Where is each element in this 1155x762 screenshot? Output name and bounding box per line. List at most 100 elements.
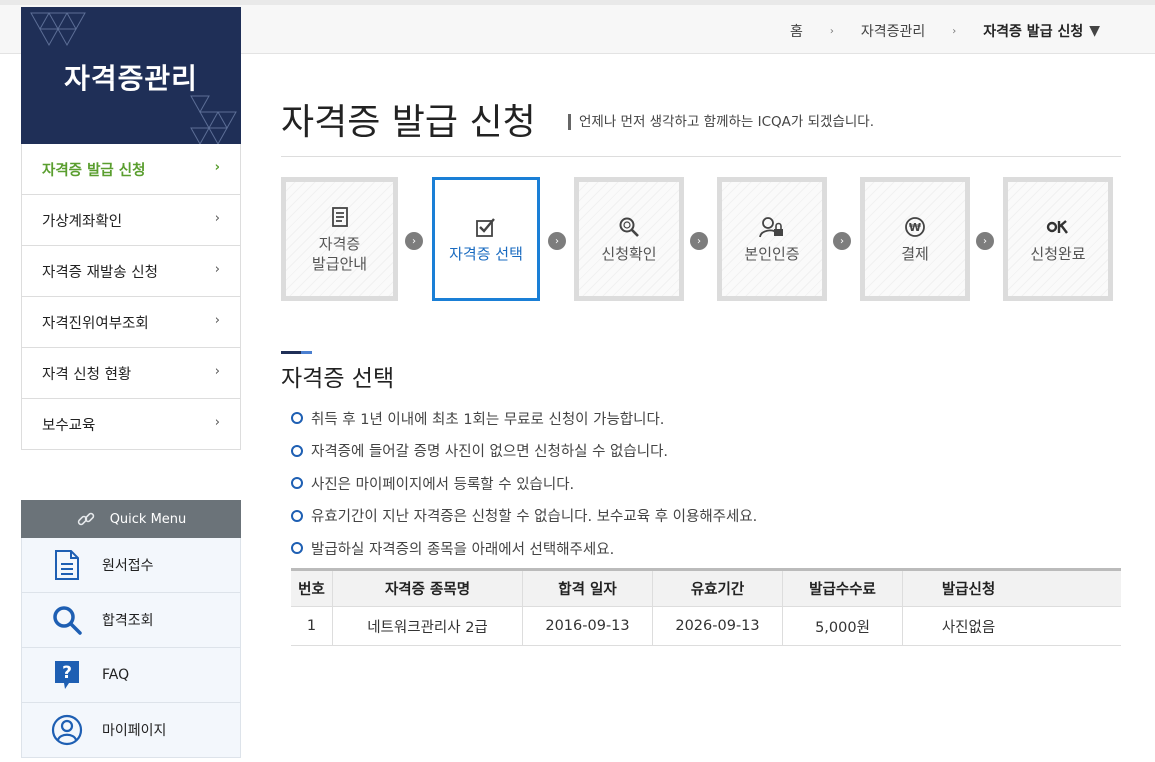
- chevron-right-icon: ›: [214, 262, 220, 277]
- notice-text: 유효기간이 지난 자격증은 신청할 수 없습니다. 보수교육 후 이용해주세요.: [311, 509, 758, 526]
- svg-text:?: ?: [62, 663, 72, 683]
- quick-menu-header: Quick Menu: [21, 500, 241, 538]
- step-label: 신청확인: [601, 245, 657, 263]
- step-arrow-icon: ›: [405, 232, 423, 250]
- notice-text: 자격증에 들어갈 증명 사진이 없으면 신청하실 수 없습니다.: [311, 444, 669, 461]
- quick-menu-label: 원서접수: [102, 558, 154, 574]
- sidebar-item-certificate-issue[interactable]: 자격증 발급 신청 ›: [22, 144, 240, 195]
- table-header-cell: 발급수수료: [783, 571, 903, 606]
- notice-text: 취득 후 1년 이내에 최초 1회는 무료로 신청이 가능합니다.: [311, 411, 665, 428]
- list-item: 유효기간이 지난 자격증은 신청할 수 없습니다. 보수교육 후 이용해주세요.: [291, 500, 757, 533]
- sidebar-item-status[interactable]: 자격 신청 현황 ›: [22, 348, 240, 399]
- document-icon: [50, 548, 84, 582]
- chevron-right-icon: ›: [214, 364, 220, 379]
- table-cell: 사진없음: [941, 619, 996, 636]
- notice-text: 사진은 마이페이지에서 등록할 수 있습니다.: [311, 476, 575, 493]
- circle-bullet-icon: [291, 542, 303, 555]
- table-cell: 네트워크관리사 2급: [333, 607, 523, 645]
- step-select[interactable]: 자격증 선택: [432, 177, 540, 301]
- list-item: 취득 후 1년 이내에 최초 1회는 무료로 신청이 가능합니다.: [291, 402, 757, 435]
- won-icon: ₩: [904, 214, 926, 240]
- quick-menu-item-mypage[interactable]: 마이페이지: [21, 703, 241, 758]
- section-title: 자격증 선택: [281, 366, 395, 392]
- circle-bullet-icon: [291, 509, 303, 522]
- step-arrow-icon: ›: [548, 232, 566, 250]
- chevron-right-icon: ›: [214, 160, 220, 175]
- triangle-pattern-icon: [30, 12, 86, 47]
- link-icon: [77, 512, 94, 526]
- quick-menu-item-faq[interactable]: ? FAQ: [21, 648, 241, 703]
- divider: [281, 156, 1121, 157]
- table-header-cell: 번호: [291, 571, 333, 606]
- step-identity[interactable]: 본인인증: [717, 177, 827, 301]
- table-header-cell: 합격 일자: [523, 571, 653, 606]
- quick-menu-item-result[interactable]: 합격조회: [21, 593, 241, 648]
- sidebar-item-label: 자격 신청 현황: [42, 366, 132, 383]
- step-arrow-icon: ›: [833, 232, 851, 250]
- table-header-cell: 유효기간: [653, 571, 783, 606]
- sidebar-item-label: 가상계좌확인: [42, 213, 123, 230]
- user-lock-icon: [759, 214, 785, 240]
- progress-steps: 자격증 발급안내 › 자격증 선택 › 신청확인 › 본인인증 › ₩ 결제 ›…: [281, 177, 1121, 301]
- circle-bullet-icon: [291, 412, 303, 425]
- step-label: 결제: [901, 245, 929, 263]
- breadcrumb-separator-icon: ›: [952, 25, 957, 37]
- checkbox-icon: [475, 214, 497, 240]
- sidebar-title: 자격증관리: [64, 62, 198, 95]
- step-label: 자격증 선택: [449, 245, 523, 263]
- table-header-cell: 자격증 종목명: [333, 571, 523, 606]
- sidebar-item-virtual-account[interactable]: 가상계좌확인 ›: [22, 195, 240, 246]
- sidebar-item-label: 자격증 재발송 신청: [42, 264, 158, 281]
- notice-text: 발급하실 자격증의 종목을 아래에서 선택해주세요.: [311, 541, 615, 558]
- quick-menu-item-application[interactable]: 원서접수: [21, 538, 241, 593]
- certificate-table: 번호 자격증 종목명 합격 일자 유효기간 발급수수료 발급신청 1 네트워크관…: [291, 568, 1121, 646]
- sidebar-header: 자격증관리: [21, 7, 241, 144]
- sidebar-item-resend[interactable]: 자격증 재발송 신청 ›: [22, 246, 240, 297]
- list-item: 사진은 마이페이지에서 등록할 수 있습니다.: [291, 467, 757, 500]
- step-payment[interactable]: ₩ 결제: [860, 177, 970, 301]
- chevron-right-icon: ›: [214, 313, 220, 328]
- breadcrumb-home[interactable]: 홈: [790, 21, 803, 41]
- search-icon: [618, 214, 640, 240]
- sidebar-item-education[interactable]: 보수교육 ›: [22, 399, 240, 450]
- notice-list: 취득 후 1년 이내에 최초 1회는 무료로 신청이 가능합니다. 자격증에 들…: [291, 402, 757, 565]
- sidebar-item-verify[interactable]: 자격진위여부조회 ›: [22, 297, 240, 348]
- chevron-right-icon: ›: [214, 415, 220, 430]
- table-header-row: 번호 자격증 종목명 합격 일자 유효기간 발급수수료 발급신청: [291, 571, 1121, 607]
- step-arrow-icon: ›: [690, 232, 708, 250]
- list-item: 자격증에 들어갈 증명 사진이 없으면 신청하실 수 없습니다.: [291, 435, 757, 468]
- sidebar-item-label: 보수교육: [42, 417, 96, 434]
- breadcrumb-separator-icon: ›: [829, 25, 834, 37]
- sidebar-item-label: 자격증 발급 신청: [42, 162, 146, 179]
- triangle-pattern-icon: [190, 95, 237, 144]
- ok-icon: [1046, 214, 1070, 240]
- question-icon: ?: [50, 658, 84, 692]
- breadcrumb-level1[interactable]: 자격증관리: [861, 21, 925, 41]
- document-icon: [331, 204, 349, 230]
- user-icon: [50, 713, 84, 747]
- quick-menu: Quick Menu 원서접수 합격조회 ? FAQ 마이페이지: [21, 500, 241, 758]
- page-title: 자격증 발급 신청: [281, 102, 536, 143]
- step-confirm[interactable]: 신청확인: [574, 177, 684, 301]
- table-cell: 2026-09-13: [653, 607, 783, 645]
- step-complete[interactable]: 신청완료: [1003, 177, 1113, 301]
- table-cell: 2016-09-13: [523, 607, 653, 645]
- circle-bullet-icon: [291, 444, 303, 457]
- sidebar-menu: 자격증 발급 신청 › 가상계좌확인 › 자격증 재발송 신청 › 자격진위여부…: [21, 144, 241, 450]
- step-guide[interactable]: 자격증 발급안내: [281, 177, 398, 301]
- breadcrumb: 홈 › 자격증관리 › 자격증 발급 신청 ▼: [790, 21, 1100, 41]
- step-label: 본인인증: [744, 245, 800, 263]
- search-icon: [50, 603, 84, 637]
- table-cell: 1: [291, 607, 333, 645]
- step-label: 신청완료: [1030, 245, 1086, 263]
- quick-menu-label: 합격조회: [102, 613, 154, 629]
- table-cell: 5,000원: [783, 607, 903, 645]
- table-row[interactable]: 1 네트워크관리사 2급 2016-09-13 2026-09-13 5,000…: [291, 607, 1121, 646]
- table-header-cell: 발급신청: [941, 582, 996, 598]
- list-item: 발급하실 자격증의 종목을 아래에서 선택해주세요.: [291, 532, 757, 565]
- sidebar-item-label: 자격진위여부조회: [42, 315, 149, 332]
- breadcrumb-current[interactable]: 자격증 발급 신청: [983, 21, 1083, 41]
- step-arrow-icon: ›: [976, 232, 994, 250]
- triangle-down-icon[interactable]: ▼: [1089, 23, 1100, 39]
- svg-text:₩: ₩: [909, 221, 921, 234]
